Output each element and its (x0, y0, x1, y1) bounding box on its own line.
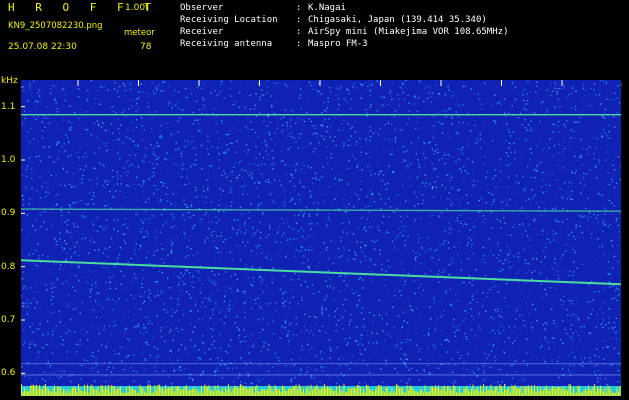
file-name: KN9_2507082230.png (8, 21, 103, 31)
y-tick-label: 0.8 (1, 261, 16, 272)
receiver-colon: : (296, 27, 302, 37)
header-panel: H R O F F T 1.00f KN9_2507082230.png met… (0, 0, 629, 80)
spectrogram-canvas (21, 80, 621, 396)
receiver-value: AirSpy mini (Miakejima VOR 108.65MHz) (308, 27, 509, 37)
y-axis-unit: kHz (1, 76, 18, 86)
y-tick-label: 1.1 (1, 101, 16, 112)
observer-label: Observer (180, 3, 224, 13)
y-tick-label: 0.6 (1, 368, 16, 379)
antenna-label: Receiving antenna (180, 39, 273, 49)
observer-colon: : (296, 3, 302, 13)
antenna-colon: : (296, 39, 302, 49)
meteor-label: meteor (124, 28, 155, 38)
receiver-label: Receiver (180, 27, 224, 37)
location-value: Chigasaki, Japan (139.414 35.340) (308, 15, 487, 25)
observer-value: K.Nagai (308, 3, 346, 13)
version-label: 1.00f (125, 3, 149, 13)
antenna-value: Maspro FM-3 (308, 39, 368, 49)
location-colon: : (296, 15, 302, 25)
y-tick-label: 1.0 (1, 155, 16, 165)
y-tick-label: 0.9 (1, 208, 16, 219)
y-tick-label: 0.7 (1, 315, 16, 325)
location-label: Receiving Location (180, 15, 278, 25)
timestamp: 25.07.08 22:30 (8, 42, 77, 52)
meteor-count: 78 (140, 42, 152, 52)
spectrogram-plot (21, 80, 621, 396)
